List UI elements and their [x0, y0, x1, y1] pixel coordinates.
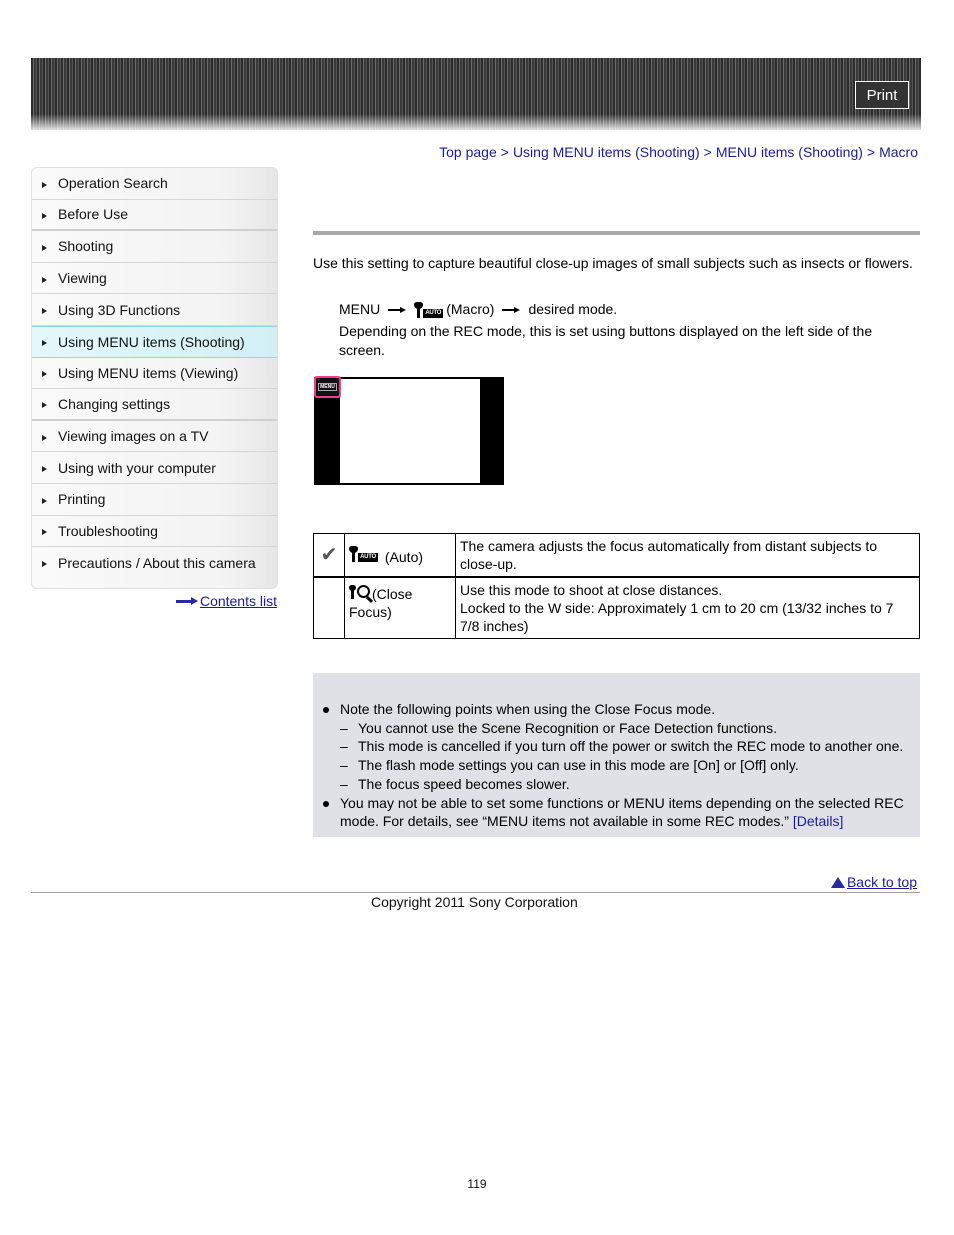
sidebar-item-label: Shooting [58, 238, 114, 255]
sidebar-item-label: Using MENU items (Viewing) [58, 364, 239, 381]
contents-list-label: Contents list [199, 593, 277, 609]
sidebar-item-label: Using with your computer [58, 459, 216, 476]
breadcrumb-separator: > [500, 144, 509, 160]
table-row: (Close Focus) Use this mode to shoot at … [313, 576, 920, 639]
note-sub-item: The focus speed becomes slower. [340, 775, 917, 794]
menu-label: MENU [339, 301, 381, 317]
sidebar-item-label: Troubleshooting [58, 522, 158, 539]
print-button[interactable]: Print [855, 81, 909, 109]
default-indicator-cell [313, 576, 345, 639]
sidebar-item-using-3d-functions[interactable]: Using 3D Functions [32, 294, 277, 326]
mode-description: Use this mode to shoot at close distance… [460, 582, 723, 598]
sidebar-item-label: Precautions / About this camera [58, 554, 256, 571]
default-indicator-cell: ✔ [313, 533, 345, 578]
mode-description-cell: The camera adjusts the focus automatical… [455, 533, 920, 578]
breadcrumb-macro[interactable]: Macro [879, 144, 918, 160]
sidebar-item-precautions[interactable]: Precautions / About this camera [32, 547, 277, 579]
triangle-right-icon [42, 212, 47, 219]
triangle-right-icon [42, 308, 47, 315]
contents-list-link[interactable]: Contents list [175, 593, 277, 609]
details-link[interactable]: [Details] [793, 813, 844, 829]
triangle-right-icon [42, 561, 47, 568]
sidebar-item-troubleshooting[interactable]: Troubleshooting [32, 516, 277, 548]
notes-list: Note the following points when using the… [322, 700, 917, 831]
triangle-right-icon [42, 466, 47, 473]
sidebar-item-shooting[interactable]: Shooting [32, 231, 277, 263]
triangle-right-icon [42, 340, 47, 347]
back-to-top-link[interactable]: Back to top [830, 874, 917, 890]
header-banner: Print [31, 58, 921, 130]
mode-description-cell: Use this mode to shoot at close distance… [455, 576, 920, 639]
sidebar-item-operation-search[interactable]: Operation Search [32, 168, 277, 200]
arrow-right-icon [388, 306, 407, 314]
macro-auto-icon: AUTO [414, 301, 444, 318]
breadcrumb-top-page[interactable]: Top page [439, 144, 497, 160]
triangle-right-icon [42, 529, 47, 536]
note-item: Note the following points when using the… [322, 700, 917, 794]
triangle-right-icon [42, 244, 47, 251]
sidebar-item-using-with-computer[interactable]: Using with your computer [32, 452, 277, 484]
sidebar-item-changing-settings[interactable]: Changing settings [32, 389, 277, 421]
note-sub-item: You cannot use the Scene Recognition or … [340, 719, 917, 738]
note-sub-item: This mode is cancelled if you turn off t… [340, 737, 917, 756]
copyright-text: Copyright 2011 Sony Corporation [371, 894, 578, 910]
note-sub-item: The flash mode settings you can use in t… [340, 756, 917, 775]
macro-item-label: (Macro) [446, 301, 495, 317]
triangle-right-icon [42, 434, 47, 441]
breadcrumb-using-menu-items-shooting[interactable]: Using MENU items (Shooting) [513, 144, 700, 160]
mode-name-cell: (Close Focus) [344, 576, 456, 639]
title-divider [313, 231, 920, 235]
mode-description: The camera adjusts the focus automatical… [460, 538, 878, 572]
sidebar-item-label: Viewing [58, 270, 107, 287]
breadcrumb: Top page > Using MENU items (Shooting) > MEN… [439, 144, 918, 160]
menu-path: MENU AUTO (Macro) desired mode. [339, 300, 899, 319]
note-item: You may not be able to set some function… [322, 794, 917, 831]
triangle-right-icon [42, 371, 47, 378]
mode-table: ✔ AUTO (Auto) The camera adjusts the foc… [313, 533, 920, 639]
mode-name: (Auto) [384, 549, 424, 565]
intro-text: Use this setting to capture beautiful cl… [313, 255, 913, 271]
sidebar-item-label: Operation Search [58, 175, 168, 192]
sidebar-item-using-menu-items-shooting[interactable]: Using MENU items (Shooting) [32, 325, 277, 358]
triangle-right-icon [42, 497, 47, 504]
notes-box: Note the following points when using the… [313, 673, 920, 837]
sidebar-item-printing[interactable]: Printing [32, 484, 277, 516]
sidebar-item-label: Viewing images on a TV [58, 428, 209, 445]
breadcrumb-separator: > [703, 144, 712, 160]
sidebar-item-before-use[interactable]: Before Use [32, 200, 277, 232]
breadcrumb-separator: > [866, 144, 876, 160]
sidebar-item-label: Changing settings [58, 395, 171, 412]
sidebar-nav: Operation Search Before Use Shooting Vie… [31, 167, 278, 589]
triangle-right-icon [42, 276, 47, 283]
desired-mode-label: desired mode. [528, 301, 618, 317]
step-note: Depending on the REC mode, this is set u… [339, 323, 873, 358]
page-number: 119 [467, 1177, 487, 1191]
sidebar-item-viewing-images-on-tv[interactable]: Viewing images on a TV [32, 421, 277, 453]
sidebar-item-label: Before Use [58, 206, 129, 223]
sidebar-item-using-menu-items-viewing[interactable]: Using MENU items (Viewing) [32, 358, 277, 390]
sidebar-item-viewing[interactable]: Viewing [32, 263, 277, 295]
sidebar-item-label: Using 3D Functions [58, 301, 181, 318]
camera-screen-figure: MENU [314, 376, 504, 485]
back-to-top-label: Back to top [846, 874, 917, 890]
menu-step: MENU AUTO (Macro) desired mode. Dependin… [339, 300, 899, 360]
arrow-right-icon [175, 597, 198, 605]
menu-button-highlight: MENU [314, 376, 341, 398]
macro-auto-icon: AUTO [349, 546, 378, 562]
triangle-right-icon [42, 181, 47, 188]
sidebar-item-label: Printing [58, 491, 106, 508]
breadcrumb-menu-items-shooting[interactable]: MENU items (Shooting) [716, 144, 863, 160]
checkmark-icon: ✔ [320, 543, 338, 566]
screen-display-area [340, 379, 480, 483]
mode-description: Locked to the W side: Approximately 1 cm… [460, 600, 894, 634]
table-row: ✔ AUTO (Auto) The camera adjusts the foc… [313, 533, 920, 578]
triangle-right-icon [42, 402, 47, 409]
footer-divider [31, 892, 920, 893]
arrow-right-icon [502, 306, 521, 314]
sidebar-item-label: Using MENU items (Shooting) [58, 333, 245, 350]
close-focus-icon [349, 584, 370, 599]
triangle-up-icon [830, 876, 845, 888]
mode-name-cell: AUTO (Auto) [344, 533, 456, 578]
note-text: Note the following points when using the… [340, 701, 716, 717]
